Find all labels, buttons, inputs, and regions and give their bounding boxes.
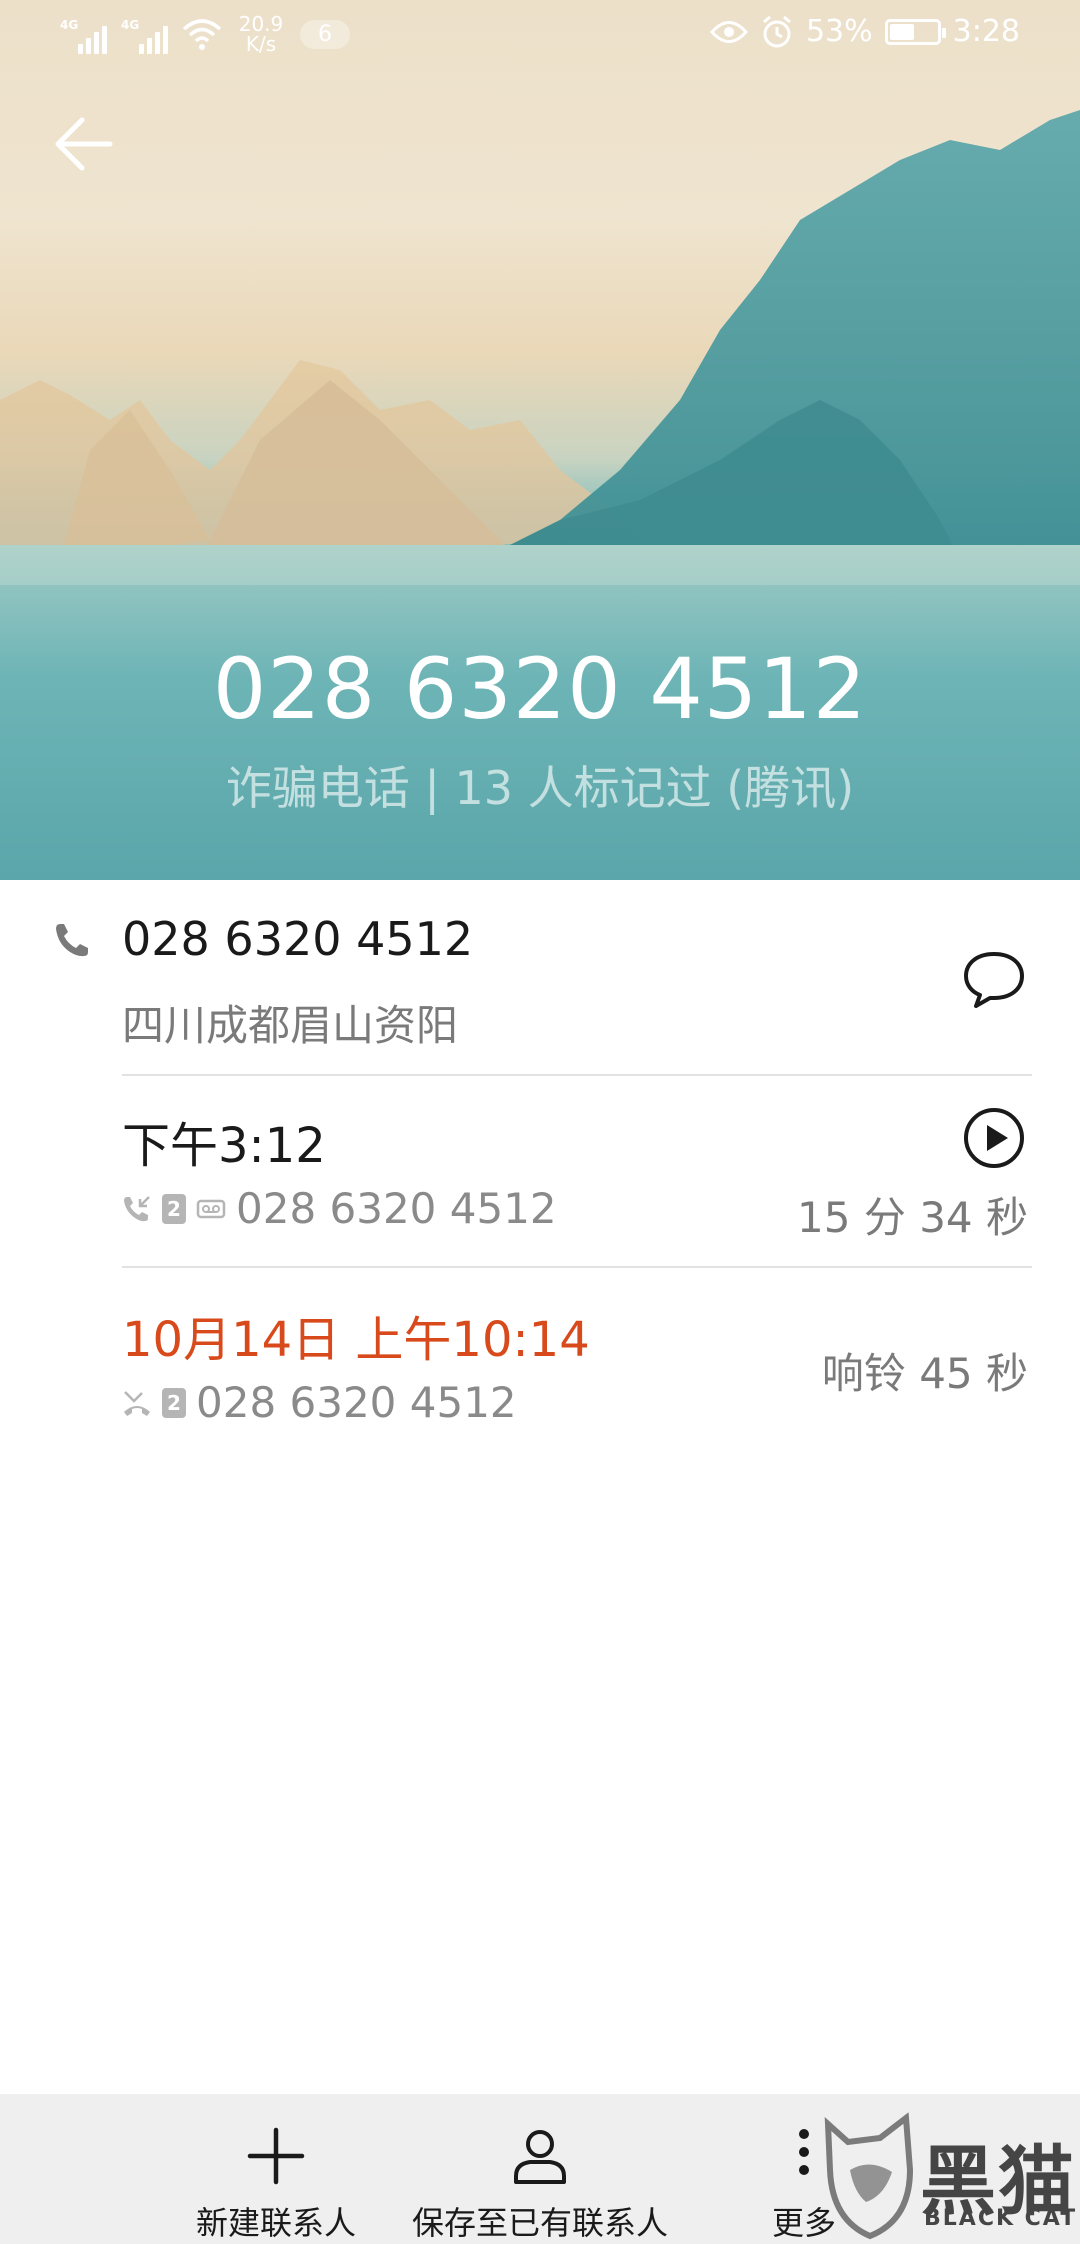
status-bar: 4G 4G 20.9 K/s 6 53% 3:28 [0,0,1080,80]
watermark-text-en: BLACK CAT [924,2206,1078,2231]
network-speed: 20.9 K/s [236,14,286,54]
eye-icon [709,20,748,43]
black-cat-watermark: 黑猫 BLACK CAT [820,2110,1080,2244]
speed-value: 20.9 [238,12,284,36]
ring-duration: 响铃 45 秒 [821,1349,1028,1398]
incoming-call-icon [124,1195,150,1221]
network-type-2: 4G [121,18,140,32]
sim-card-icon: 2 [162,1193,186,1224]
plus-icon [247,2127,305,2185]
landscape-illustration [0,110,1080,880]
missed-call-time: 10月14日 上午10:14 [122,1312,590,1368]
header-phone-number: 028 6320 4512 [212,640,868,738]
network-type-1: 4G [60,18,79,32]
new-contact-label: 新建联系人 [195,2204,356,2242]
divider [122,1266,1032,1268]
call-detail: 2 028 6320 4512 [122,1184,557,1233]
new-contact-button[interactable]: 新建联系人 [176,2094,376,2244]
number-location: 四川成都眉山资阳 [122,1001,459,1050]
call-time: 下午3:12 [122,1118,326,1174]
cat-logo-icon [824,2112,914,2240]
signal-icon: 4G [60,14,107,54]
missed-call-icon [124,1390,150,1416]
contact-phone-number[interactable]: 028 6320 4512 [122,912,473,966]
save-to-existing-button[interactable]: 保存至已有联系人 [400,2094,680,2244]
divider [122,1074,1032,1076]
person-icon [514,2130,566,2184]
save-existing-label: 保存至已有联系人 [411,2204,668,2242]
signal-icon: 4G [121,14,168,54]
fraud-tag-label: 诈骗电话 | 13 人标记过 (腾讯) [225,761,855,815]
voicemail-icon [196,1199,226,1218]
call-number: 028 6320 4512 [196,1378,517,1427]
call-number: 028 6320 4512 [236,1184,557,1233]
back-arrow-icon[interactable] [48,108,120,180]
wifi-icon [182,19,222,50]
speed-unit: K/s [245,32,277,56]
status-time: 3:28 [952,14,1020,49]
notification-count-badge: 6 [300,19,350,49]
battery-fill [889,23,914,40]
sim-card-icon: 2 [162,1387,186,1418]
call-detail: 2 028 6320 4512 [122,1378,517,1427]
play-recording-icon[interactable] [962,1106,1026,1170]
phone-icon [56,924,88,957]
message-icon[interactable] [960,944,1028,1012]
battery-percent: 53% [805,14,873,49]
alarm-icon [762,15,791,47]
call-duration: 15 分 34 秒 [797,1193,1028,1242]
header-banner: 4G 4G 20.9 K/s 6 53% 3:28 028 6320 4512 … [0,0,1080,880]
battery-icon [884,18,946,45]
